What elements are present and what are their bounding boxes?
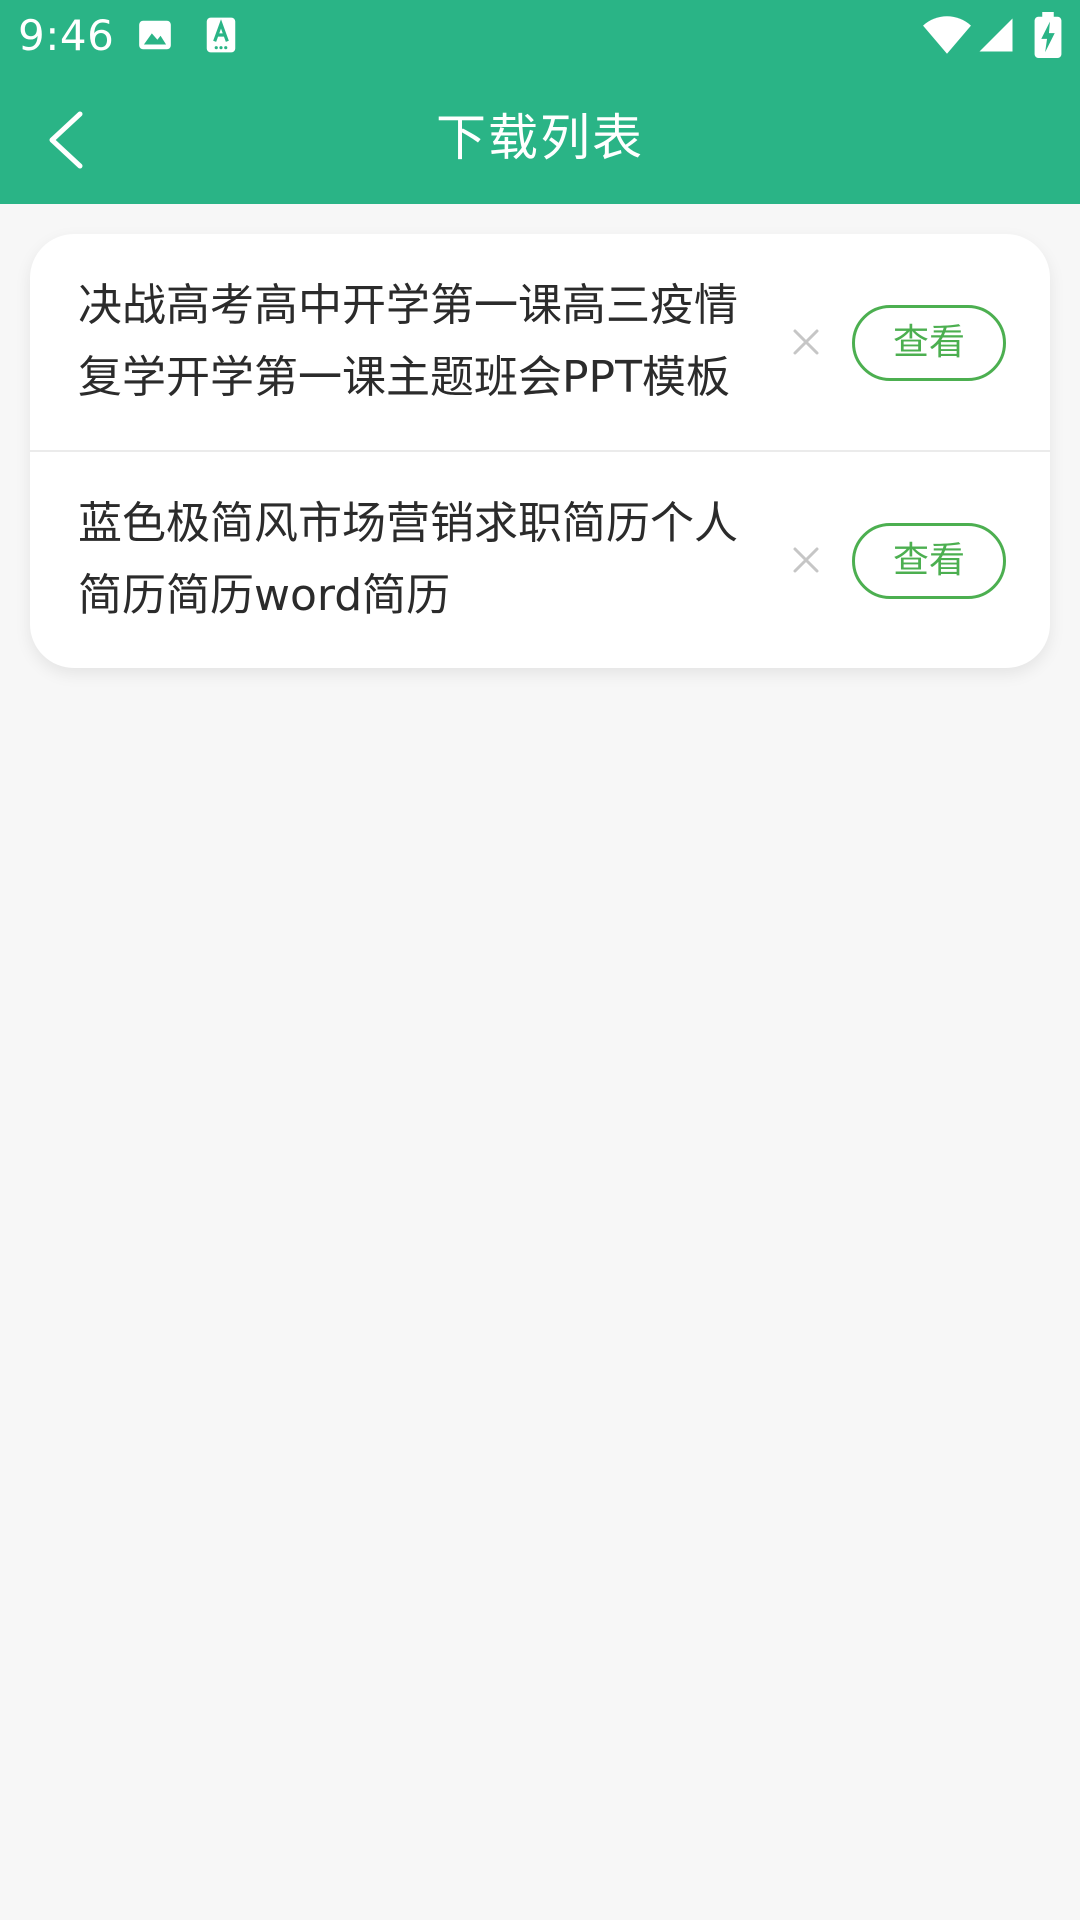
close-icon[interactable]: [782, 318, 830, 366]
item-title[interactable]: 蓝色极简风市场营销求职简历个人简历简历word简历: [78, 488, 758, 632]
page-title: 下载列表: [436, 109, 644, 167]
list-item: 决战高考高中开学第一课高三疫情复学开学第一课主题班会PPT模板 查看: [30, 234, 1050, 450]
item-title[interactable]: 决战高考高中开学第一课高三疫情复学开学第一课主题班会PPT模板: [78, 270, 758, 414]
text-scan-icon: [206, 17, 236, 53]
image-icon: [139, 20, 171, 50]
view-button[interactable]: 查看: [852, 305, 1006, 381]
list-item: 蓝色极简风市场营销求职简历个人简历简历word简历 查看: [30, 452, 1050, 668]
battery-charging-icon: [1034, 12, 1062, 58]
close-icon[interactable]: [782, 536, 830, 584]
status-bar: 9:46: [0, 0, 1080, 72]
signal-icon: [979, 18, 1013, 52]
status-time: 9:46: [18, 11, 115, 60]
app-bar: 下载列表: [0, 72, 1080, 204]
download-list: 决战高考高中开学第一课高三疫情复学开学第一课主题班会PPT模板 查看 蓝色极简风…: [30, 234, 1050, 668]
view-button[interactable]: 查看: [852, 523, 1006, 599]
wifi-icon: [923, 16, 971, 54]
